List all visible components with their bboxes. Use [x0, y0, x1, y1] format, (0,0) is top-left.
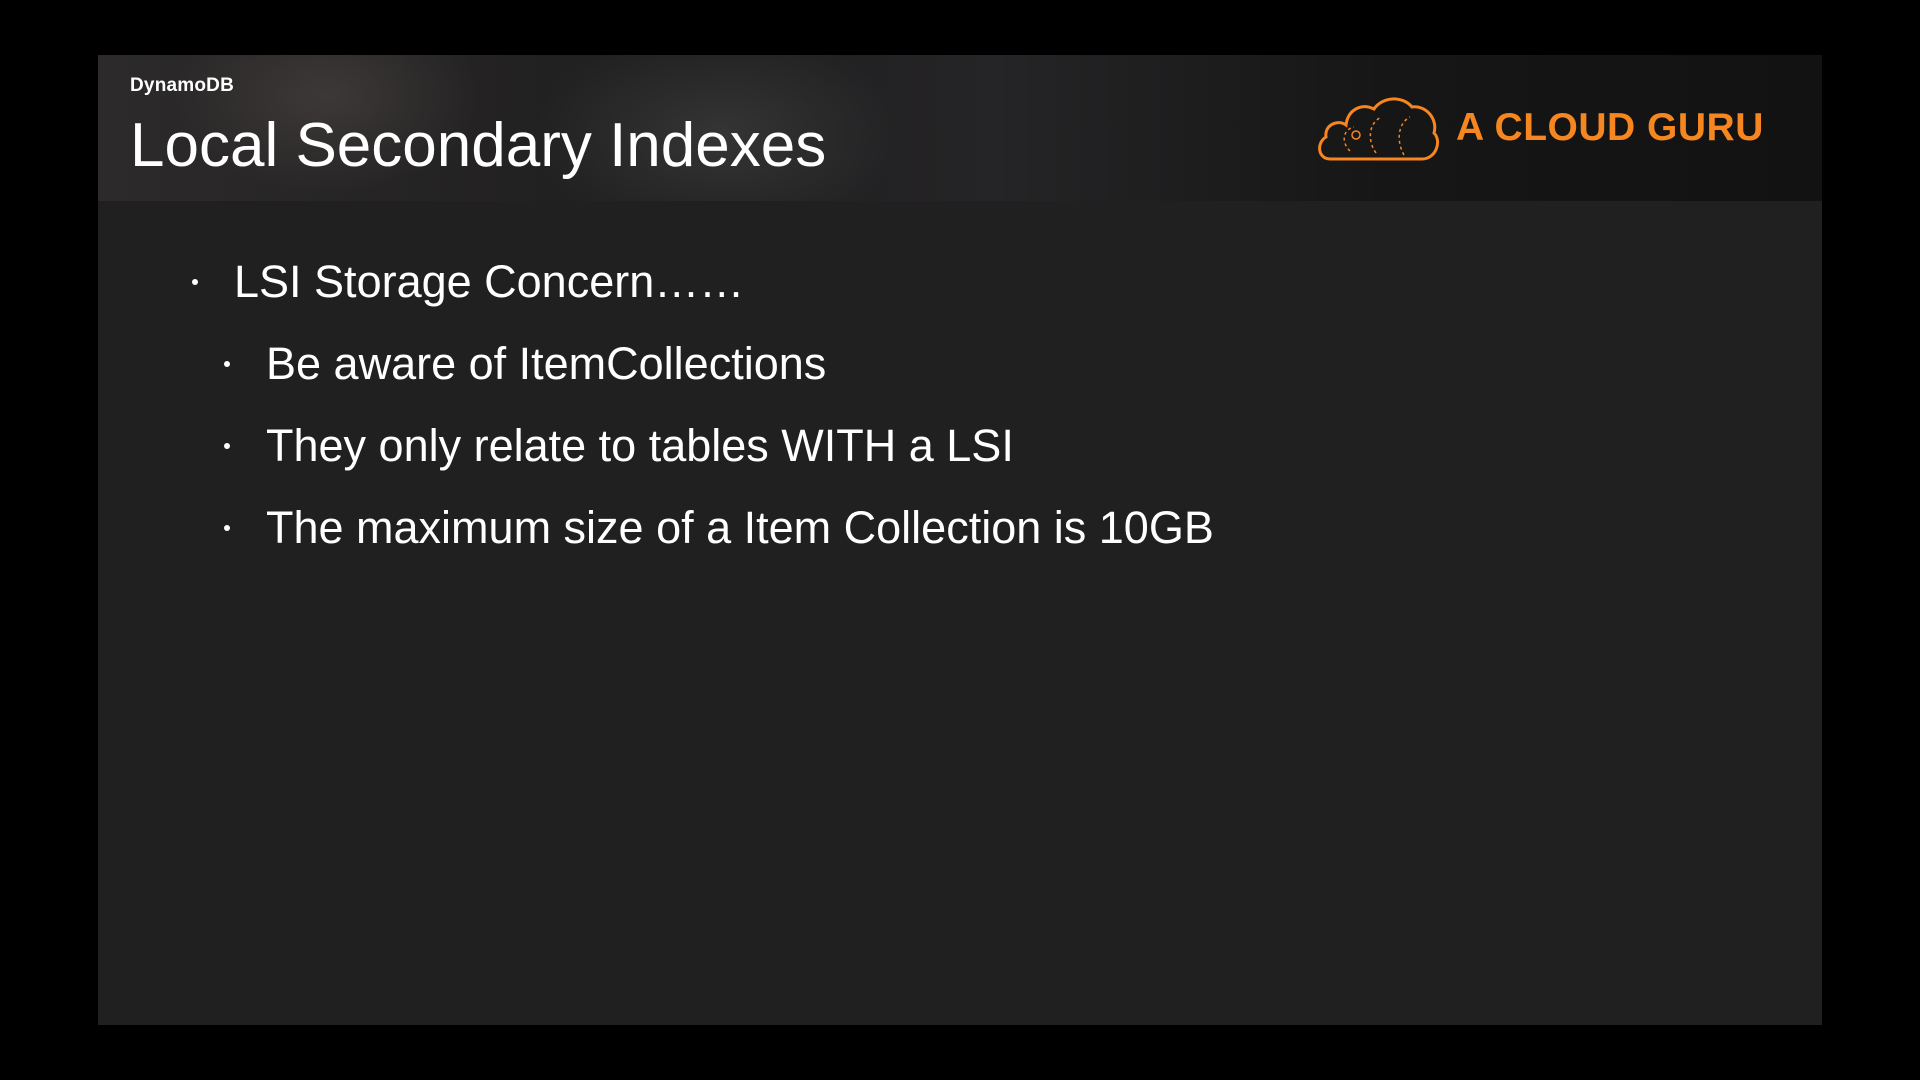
bullet-dot-icon	[224, 443, 230, 449]
brand-name: A CLOUD GURU	[1456, 106, 1764, 149]
slide-title: Local Secondary Indexes	[130, 111, 827, 180]
bullet-text: Be aware of ItemCollections	[266, 338, 827, 389]
bullet-item: They only relate to tables WITH a LSI	[224, 420, 1014, 472]
bullet-text: The maximum size of a Item Collection is…	[266, 502, 1214, 553]
bullet-dot-icon	[192, 279, 198, 285]
bullet-item: LSI Storage Concern……	[192, 256, 744, 308]
bullet-text: LSI Storage Concern……	[234, 256, 745, 307]
slide-category: DynamoDB	[130, 75, 235, 96]
bullet-item: The maximum size of a Item Collection is…	[224, 502, 1214, 554]
bullet-dot-icon	[224, 361, 230, 367]
bullet-text: They only relate to tables WITH a LSI	[266, 420, 1014, 471]
bullet-dot-icon	[224, 525, 230, 531]
slide: DynamoDB Local Secondary Indexes A CLOUD…	[98, 55, 1822, 1025]
bullet-item: Be aware of ItemCollections	[224, 338, 826, 390]
cloud-icon	[1318, 97, 1439, 161]
slide-header: DynamoDB Local Secondary Indexes A CLOUD…	[98, 55, 1822, 201]
brand-logo: A CLOUD GURU	[1316, 91, 1764, 165]
